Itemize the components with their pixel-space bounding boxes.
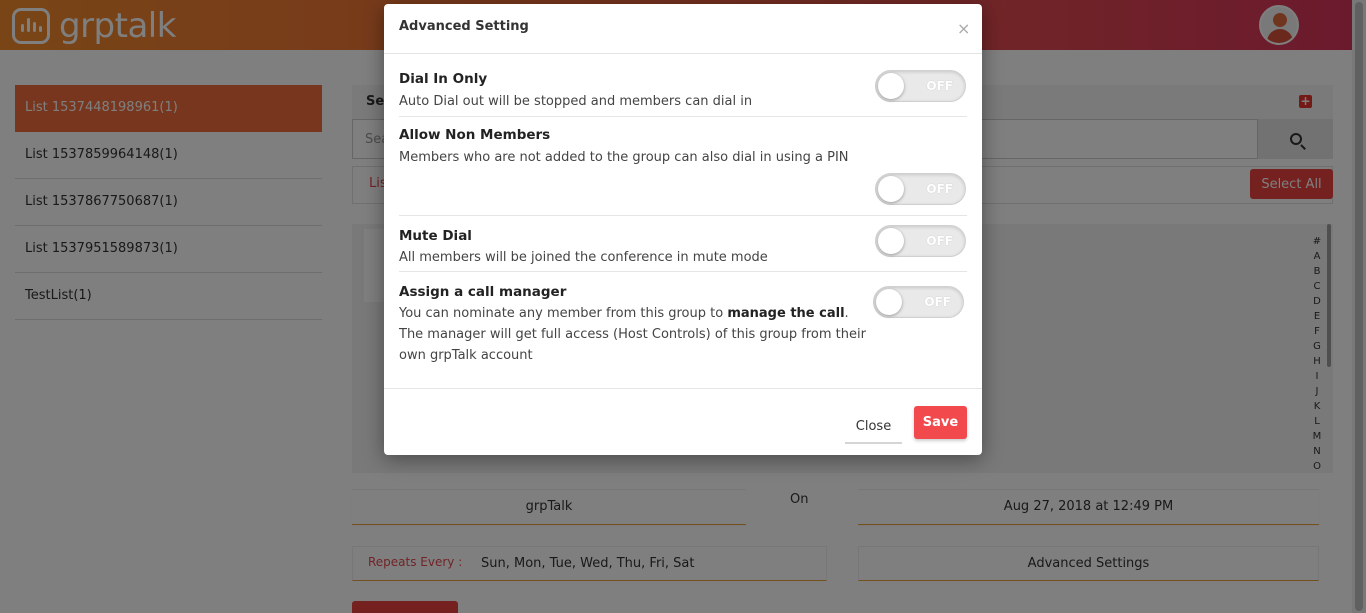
setting-name: Assign a call manager — [399, 284, 567, 300]
setting-description: You can nominate any member from this gr… — [399, 303, 869, 366]
desc-text: You can nominate any member from this gr… — [399, 306, 728, 321]
dial-in-only-toggle[interactable]: OFF — [875, 70, 966, 102]
setting-description: Members who are not added to the group c… — [399, 150, 849, 165]
setting-allow-non-members: Allow Non Members Members who are not ad… — [399, 117, 967, 216]
modal-footer: Close Save — [384, 388, 982, 455]
setting-assign-call-manager: Assign a call manager You can nominate a… — [399, 272, 967, 372]
save-button[interactable]: Save — [914, 406, 967, 439]
allow-non-members-toggle[interactable]: OFF — [875, 173, 966, 205]
setting-mute-dial: Mute Dial All members will be joined the… — [399, 216, 967, 272]
toggle-state: OFF — [924, 295, 951, 309]
advanced-setting-modal: Advanced Setting × Dial In Only Auto Dia… — [384, 4, 982, 455]
modal-title: Advanced Setting — [399, 19, 529, 34]
toggle-state: OFF — [926, 182, 953, 196]
close-icon[interactable]: × — [957, 21, 970, 37]
call-manager-toggle[interactable]: OFF — [873, 286, 964, 318]
desc-bold-text: manage the call — [727, 306, 845, 321]
setting-dial-in-only: Dial In Only Auto Dial out will be stopp… — [399, 55, 967, 117]
setting-name: Mute Dial — [399, 228, 472, 244]
toggle-knob — [878, 176, 904, 202]
mute-dial-toggle[interactable]: OFF — [875, 225, 966, 257]
setting-name: Dial In Only — [399, 71, 488, 87]
close-button[interactable]: Close — [845, 410, 902, 444]
toggle-knob — [878, 73, 904, 99]
setting-name: Allow Non Members — [399, 127, 551, 143]
setting-description: Auto Dial out will be stopped and member… — [399, 94, 753, 109]
modal-header: Advanced Setting × — [384, 4, 982, 54]
toggle-state: OFF — [926, 79, 953, 93]
toggle-knob — [876, 289, 902, 315]
toggle-knob — [878, 228, 904, 254]
toggle-state: OFF — [926, 234, 953, 248]
setting-description: All members will be joined the conferenc… — [399, 250, 768, 265]
